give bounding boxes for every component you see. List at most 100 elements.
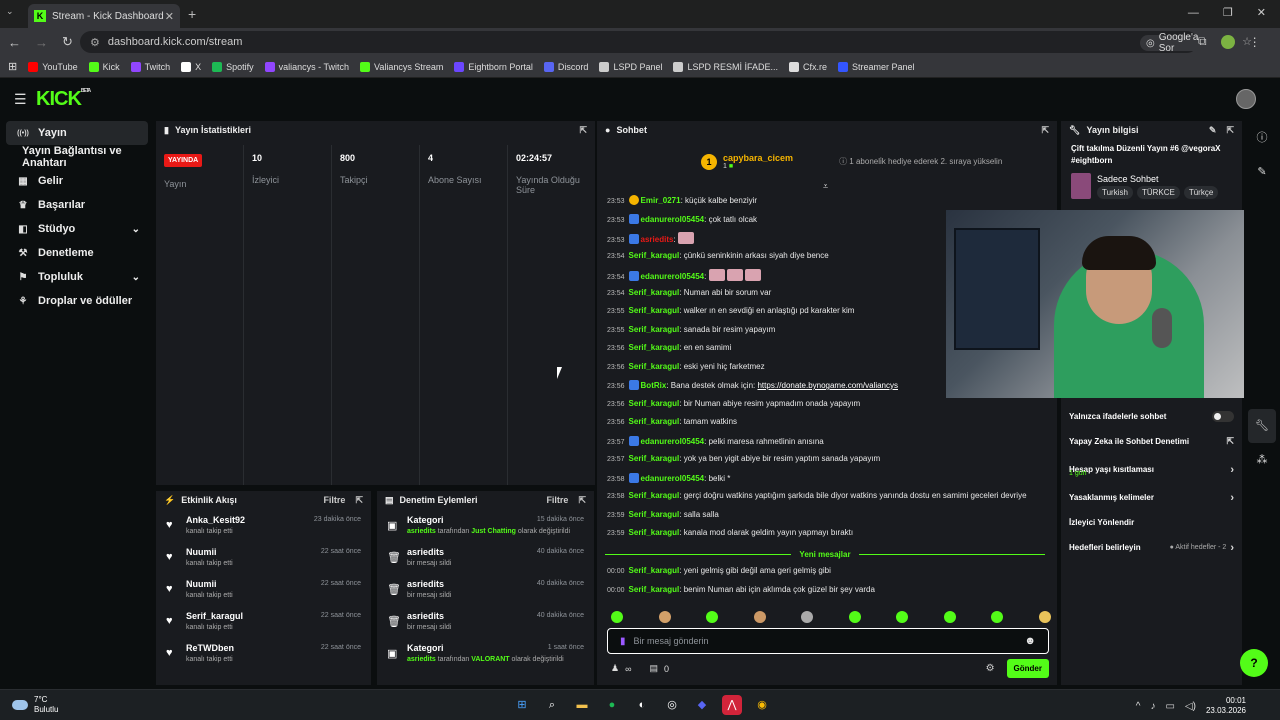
emote-icon[interactable] — [753, 611, 766, 623]
sidebar-item-4[interactable]: ◧ Stüdyo ⌄ — [6, 217, 148, 241]
message-username[interactable]: Serif_karagul — [629, 510, 680, 519]
bookmark-5[interactable]: valiancys - Twitch — [264, 61, 349, 72]
discord-icon[interactable]: ◆ — [692, 695, 712, 715]
gift-leaderboard[interactable]: 1 capybara_cicem 1 ■ ⓘ 1 aboneli̇k hediy… — [701, 153, 1002, 170]
activity-item[interactable]: ♥ Nuumii kanalı takip etti 22 saat önce — [162, 545, 365, 577]
bookmark-2[interactable]: Twitch — [130, 61, 170, 72]
sidebar-item-7[interactable]: ⚘ Droplar ve ödüller — [6, 289, 148, 313]
bookmark-6[interactable]: Valiancys Stream — [360, 61, 443, 72]
emoji-icon[interactable]: ☻ — [1024, 635, 1036, 647]
setting-item[interactable]: Hedefleri belirleyin ● Aktif hedefler - 2… — [1061, 535, 1242, 560]
chat-message[interactable]: 23:57 edanurerol05454: pelki maresa rahme… — [607, 435, 1047, 455]
message-username[interactable]: asriedits — [641, 235, 674, 244]
moderation-item[interactable]: ▣ Kategori asriedits tarafından Just Chatt… — [383, 513, 588, 545]
activity-item[interactable]: ♥ Nuumii kanalı takip etti 22 saat önce — [162, 577, 365, 609]
message-username[interactable]: Serif_karagul — [629, 251, 680, 260]
emote-icon[interactable] — [658, 611, 671, 623]
bookmark-11[interactable]: Cfx.re — [789, 61, 827, 72]
bookmark-4[interactable]: Spotify — [212, 61, 254, 72]
setting-item[interactable]: İzleyici Yönlendir — [1061, 510, 1242, 535]
message-username[interactable]: edanurerol05454 — [641, 272, 705, 281]
users-icon[interactable]: ⁂ — [1244, 443, 1280, 477]
close-window-icon[interactable]: ✕ — [1257, 6, 1266, 19]
sidebar-item-2[interactable]: ▦ Gelir — [6, 169, 148, 193]
chevron-right-icon[interactable]: › — [1230, 492, 1234, 504]
sidebar-item-5[interactable]: ⚒ Denetleme — [6, 241, 148, 265]
steam-icon[interactable]: ◐ — [632, 695, 652, 715]
moderation-item[interactable]: 🗑︎ asriedits bir mesajı sildi 40 dakika önc… — [383, 545, 588, 577]
moderation-filter-button[interactable]: Filtre — [546, 495, 568, 505]
chat-message[interactable]: 23:56 Serif_karagul: tamam watkins — [607, 417, 1047, 436]
start-icon[interactable]: ⊞ — [512, 695, 532, 715]
message-username[interactable]: Emir_0271 — [641, 196, 681, 205]
activity-filter-button[interactable]: Filtre — [323, 495, 345, 505]
moderation-item[interactable]: ▣ Kategori asriedits tarafından VALORANT o… — [383, 641, 588, 673]
message-username[interactable]: Serif_karagul — [629, 362, 680, 371]
activity-item[interactable]: ♥ Serif_karagul kanalı takip etti 22 saat ö… — [162, 609, 365, 641]
bookmark-0[interactable]: YouTube — [28, 61, 78, 72]
clock[interactable]: 00:01 23.03.2026 — [1206, 696, 1246, 716]
message-link[interactable]: https://donate.bynogame.com/valiancys — [757, 381, 898, 390]
hamburger-menu-icon[interactable]: ☰ — [14, 91, 27, 108]
minimize-icon[interactable]: — — [1188, 7, 1199, 19]
mic-tray-icon[interactable]: ♪ — [1150, 701, 1155, 712]
popout-icon[interactable]: ⇱ — [1041, 125, 1049, 136]
sidebar-item-0[interactable]: ((•)) Yayın — [6, 121, 148, 145]
stream-tag[interactable]: Turkish — [1097, 185, 1133, 199]
setting-item[interactable]: Yalnızca ifadelerle sohbet — [1061, 404, 1242, 429]
google-ask-button[interactable]: ◎ Google'a Sor — [1140, 32, 1205, 54]
sidebar-item-3[interactable]: ♛ Başarılar — [6, 193, 148, 217]
setting-item[interactable]: Yapay Zeka ile Sohbet Denetimi ⇱ — [1061, 429, 1242, 454]
reload-icon[interactable]: ↻ — [62, 34, 73, 50]
message-username[interactable]: edanurerol05454 — [641, 474, 705, 483]
volume-icon[interactable]: ◁) — [1185, 701, 1196, 712]
emote-icon[interactable] — [706, 611, 719, 623]
bookmark-3[interactable]: X — [181, 61, 201, 72]
message-username[interactable]: BotRix — [641, 381, 667, 390]
chrome-icon[interactable]: ◉ — [752, 695, 772, 715]
message-username[interactable]: Serif_karagul — [629, 566, 680, 575]
popout-icon[interactable]: ⇱ — [578, 495, 586, 506]
emote-icon[interactable] — [611, 611, 623, 623]
external-link-icon[interactable]: ⇱ — [1226, 436, 1234, 447]
spotify-icon[interactable]: ● — [602, 695, 622, 715]
activity-item[interactable]: ♥ ReTWDben kanalı takip etti 22 saat önce — [162, 641, 365, 673]
user-avatar[interactable] — [1236, 89, 1256, 109]
chat-message[interactable]: 23:57 Serif_karagul: yok ya ben yigit abi… — [607, 454, 1047, 473]
forward-icon[interactable]: → — [35, 35, 48, 50]
moderation-item[interactable]: 🗑︎ asriedits bir mesajı sildi 40 dakika önc… — [383, 577, 588, 609]
chat-input[interactable] — [633, 636, 1025, 646]
extensions-icon[interactable]: ⧉ — [1198, 34, 1207, 49]
wrench-icon[interactable]: 🔧︎ — [1248, 409, 1276, 443]
valorant-icon[interactable]: ⋀ — [722, 695, 742, 715]
bookmark-10[interactable]: LSPD RESMİ İFADE... — [673, 61, 778, 72]
emote-icon[interactable] — [991, 611, 1004, 623]
setting-item[interactable]: Hesap yaşı kısıtlaması 1 gün › — [1061, 454, 1242, 485]
message-username[interactable]: edanurerol05454 — [641, 437, 705, 446]
close-tab-icon[interactable]: ✕ — [165, 10, 174, 23]
chat-message[interactable]: 23:58 edanurerol05454: belki * — [607, 472, 1047, 492]
chevron-right-icon[interactable]: › — [1230, 542, 1234, 554]
chat-input-box[interactable]: ▮ ☻ — [607, 628, 1049, 654]
menu-icon[interactable]: ⋮ — [1249, 35, 1261, 49]
new-tab-icon[interactable]: + — [188, 6, 196, 22]
message-username[interactable]: Serif_karagul — [629, 491, 680, 500]
toggle-switch[interactable] — [1212, 411, 1234, 422]
moderation-item[interactable]: 🗑︎ asriedits bir mesajı sildi 40 dakika önc… — [383, 609, 588, 641]
chat-message[interactable]: 23:59 Serif_karagul: kanala mod olarak ge… — [607, 528, 1047, 547]
edit-icon[interactable]: ✎ — [1244, 155, 1280, 189]
sidebar-item-6[interactable]: ⚑ Topluluk ⌄ — [6, 265, 148, 289]
emote-icon[interactable] — [943, 611, 956, 623]
activity-item[interactable]: ♥ Anka_Kesit92 kanalı takip etti 23 dakika … — [162, 513, 365, 545]
tab-search-icon[interactable]: ⌄ — [6, 6, 14, 17]
chat-message[interactable]: 23:59 Serif_karagul: salla salla — [607, 510, 1047, 529]
bookmark-8[interactable]: Discord — [543, 61, 588, 72]
bookmark-7[interactable]: Eightborn Portal — [454, 61, 533, 72]
chat-message[interactable]: 00:00 Serif_karagul: benim Numan abi için… — [607, 585, 1047, 604]
message-username[interactable]: Serif_karagul — [629, 288, 680, 297]
maximize-icon[interactable]: ❐ — [1223, 6, 1233, 19]
help-button[interactable]: ? — [1240, 649, 1268, 677]
popout-icon[interactable]: ⇱ — [355, 495, 363, 506]
bookmark-9[interactable]: LSPD Panel — [599, 61, 662, 72]
message-username[interactable]: Serif_karagul — [629, 306, 680, 315]
